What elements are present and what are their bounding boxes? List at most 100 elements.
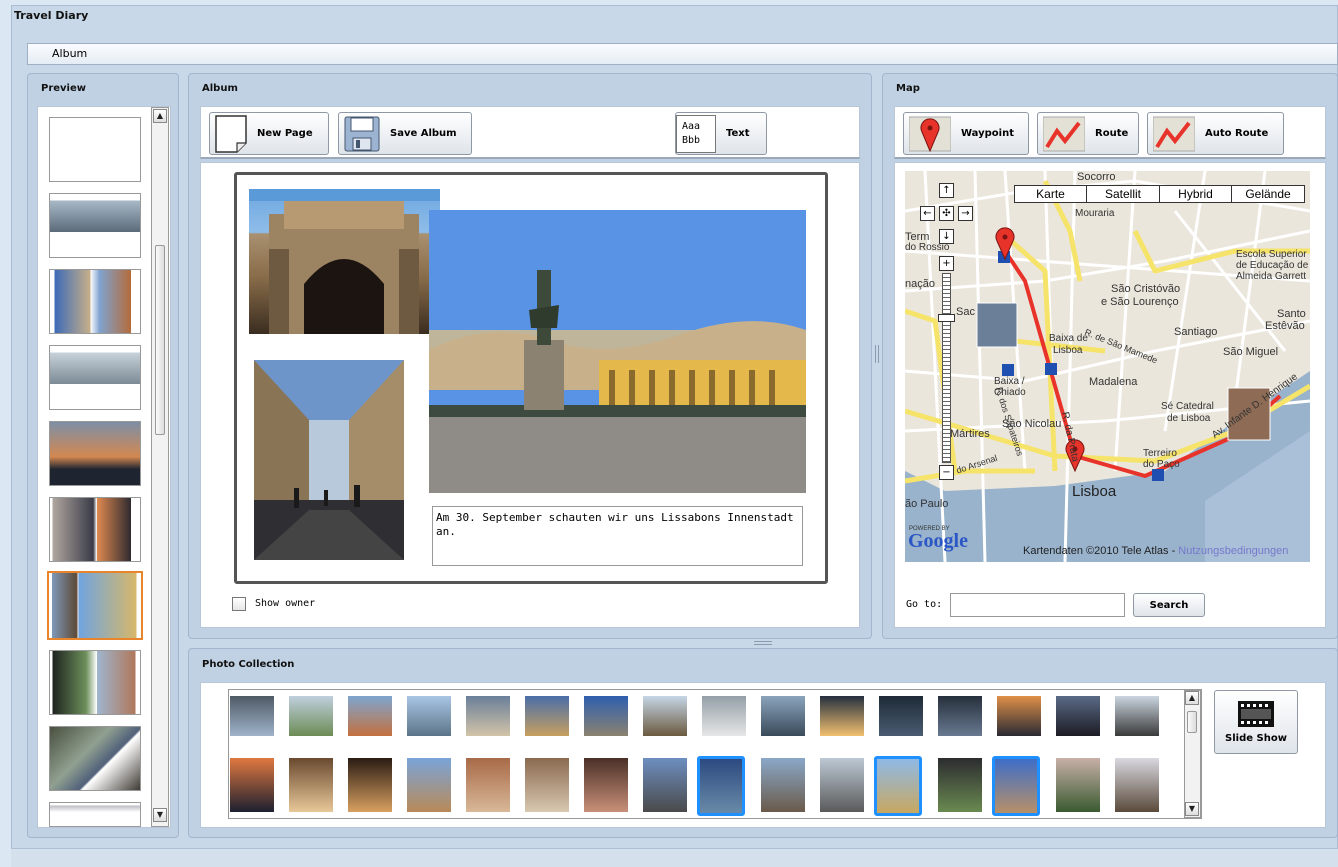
goto-input[interactable] [950,593,1125,617]
photo-thumbnail[interactable] [525,758,569,812]
map-label-santo1: Santo [1277,308,1306,320]
photo-thumbnail[interactable] [230,696,274,736]
photo-thumbnail[interactable] [525,696,569,736]
route-button[interactable]: Route [1037,112,1139,155]
photo-thumbnail[interactable] [348,696,392,736]
map-label-santo2: Estêvão [1265,320,1305,332]
map-label-baixa1: Baixa de [1049,333,1088,344]
photo-thumbnail[interactable] [761,758,805,812]
zoom-slider-handle[interactable] [938,314,955,322]
auto-route-button[interactable]: Auto Route [1147,112,1284,155]
preview-thumbnail[interactable] [49,802,141,827]
photo-thumbnail[interactable] [289,758,333,812]
photo-scroll-up-icon[interactable]: ▲ [1185,691,1199,705]
preview-thumbnail[interactable] [49,726,141,791]
caption-box[interactable]: Am 30. September schauten wir uns Lissab… [432,506,803,566]
preview-thumbnail[interactable] [49,497,141,562]
zoom-slider-track[interactable] [942,273,951,463]
photo-thumbnail[interactable] [697,756,745,816]
menu-album[interactable]: Album [52,47,87,60]
goto-label: Go to: [906,599,943,610]
photo-thumbnail[interactable] [289,696,333,736]
text-button[interactable]: Aaa Bbb Text [675,112,767,155]
google-logo[interactable]: Google [908,530,968,553]
floppy-disk-icon [344,116,380,151]
scroll-up-arrow-icon[interactable]: ▲ [153,109,167,123]
photo-thumbnail[interactable] [1115,696,1159,736]
map-type-gelaende[interactable]: Gelände [1231,185,1305,203]
photo-thumbnail[interactable] [584,696,628,736]
map-type-hybrid[interactable]: Hybrid [1159,185,1232,203]
photo-thumbnail[interactable] [820,758,864,812]
album-photo-arch[interactable] [249,189,440,334]
pan-down-icon[interactable]: ↓ [939,229,954,244]
preview-thumbnail[interactable] [49,345,141,410]
photo-thumbnail[interactable] [1056,696,1100,736]
menu-bar [27,43,1338,65]
map-label-sao-cristovao1: São Cristóvão [1111,283,1181,295]
photo-thumbnail[interactable] [584,758,628,812]
photo-thumbnail[interactable] [879,696,923,736]
album-photo-square[interactable] [429,210,806,493]
map-label-sao-nicolau: São Nicolau [1002,418,1062,430]
new-page-button[interactable]: New Page [209,112,329,155]
preview-thumbnail[interactable] [47,571,143,640]
zoom-in-icon[interactable]: + [939,256,954,271]
save-album-button[interactable]: Save Album [338,112,472,155]
photo-scroll-thumb[interactable] [1187,711,1197,733]
pan-center-icon[interactable]: ✣ [939,206,954,221]
pan-up-icon[interactable]: ↑ [939,183,954,198]
map-label-terreiro2: do Paço [1143,459,1180,470]
zoom-out-icon[interactable]: − [939,465,954,480]
slide-show-button[interactable]: Slide Show [1214,690,1298,754]
map-label-sao-paulo: ão Paulo [905,498,949,510]
show-owner-checkbox[interactable] [232,597,246,611]
preview-thumbnail[interactable] [49,193,141,258]
map-label-lisboa: Lisboa [1072,483,1117,500]
horizontal-splitter-grip[interactable] [754,641,772,645]
photo-thumbnail[interactable] [761,696,805,736]
preview-thumbnail[interactable] [49,269,141,334]
photo-collection-title: Photo Collection [202,659,295,670]
arch-image-icon [249,189,440,334]
photo-thumbnail[interactable] [348,758,392,812]
photo-thumbnail[interactable] [820,696,864,736]
search-button[interactable]: Search [1133,593,1205,617]
photo-thumbnail[interactable] [643,696,687,736]
map-canvas[interactable]: Socorro Mouraria Term do Rossio nação Sa… [905,171,1310,562]
pan-right-icon[interactable]: → [958,206,973,221]
preview-thumbnail[interactable] [49,650,141,715]
scroll-thumb[interactable] [155,245,165,435]
scroll-down-arrow-icon[interactable]: ▼ [153,808,167,822]
map-type-satellit[interactable]: Satellit [1086,185,1160,203]
preview-thumbnail[interactable] [49,117,141,182]
pan-left-icon[interactable]: ← [920,206,935,221]
photo-thumbnail[interactable] [938,696,982,736]
photo-thumbnail[interactable] [407,758,451,812]
photo-scrollbar[interactable] [1184,690,1201,818]
preview-scrollbar[interactable] [151,107,169,827]
photo-scroll-down-icon[interactable]: ▼ [1185,802,1199,816]
album-photo-street[interactable] [254,360,404,560]
photo-thumbnail[interactable] [230,758,274,812]
photo-thumbnail[interactable] [702,696,746,736]
map-type-karte[interactable]: Karte [1014,185,1087,203]
map-label-baixa-chiado2: Chiado [994,387,1026,398]
photo-thumbnail[interactable] [407,696,451,736]
photo-thumbnail[interactable] [1115,758,1159,812]
preview-thumbnail[interactable] [49,421,141,486]
photo-thumbnail[interactable] [997,696,1041,736]
photo-thumbnail[interactable] [466,758,510,812]
waypoint-button[interactable]: Waypoint [903,112,1029,155]
photo-thumbnail[interactable] [874,756,922,816]
terms-link[interactable]: Nutzungsbedingungen [1178,545,1288,557]
text-icon-line1: Aaa [682,120,701,132]
photo-thumbnail[interactable] [643,758,687,812]
photo-thumbnail[interactable] [938,758,982,812]
photo-thumbnail[interactable] [992,756,1040,816]
text-style-icon: Aaa Bbb [676,114,716,153]
photo-thumbnail[interactable] [466,696,510,736]
photo-thumbnail[interactable] [1056,758,1100,812]
route-label: Route [1095,128,1129,139]
vertical-splitter-grip[interactable] [875,345,879,363]
